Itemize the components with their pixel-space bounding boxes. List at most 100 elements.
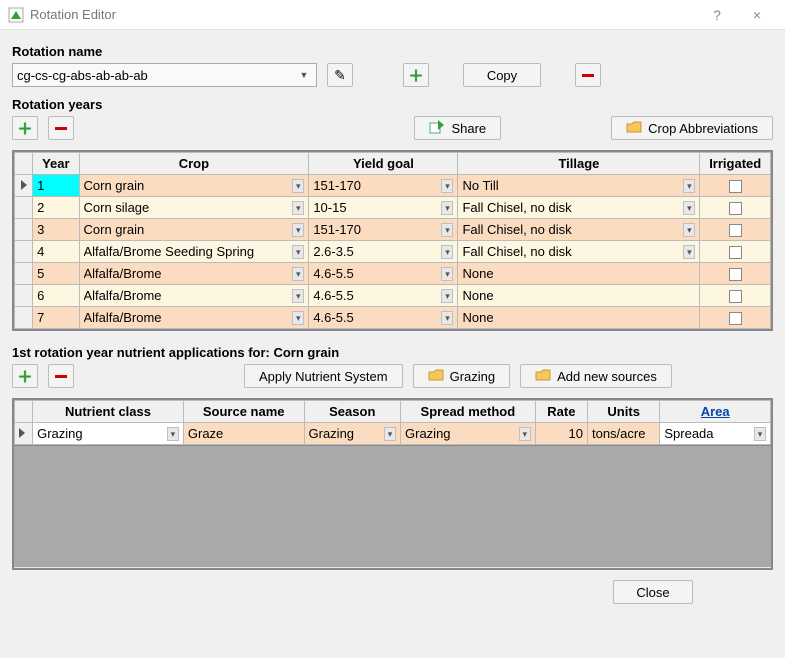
cell-crop[interactable]: Corn grain▾ bbox=[79, 219, 309, 241]
table-row[interactable]: Grazing▾GrazeGrazing▾Grazing▾10tons/acre… bbox=[15, 423, 771, 445]
cell-nutrient-class[interactable]: Grazing▾ bbox=[33, 423, 184, 445]
cell-year[interactable]: 1 bbox=[33, 175, 79, 197]
cell-yield[interactable]: 2.6-3.5▾ bbox=[309, 241, 458, 263]
close-window-button[interactable]: × bbox=[737, 0, 777, 30]
share-button[interactable]: Share bbox=[414, 116, 501, 140]
chevron-down-icon[interactable]: ▾ bbox=[683, 179, 695, 193]
cell-irrigated[interactable] bbox=[700, 197, 771, 219]
cell-tillage[interactable]: Fall Chisel, no disk▾ bbox=[458, 197, 700, 219]
cell-season[interactable]: Grazing▾ bbox=[304, 423, 401, 445]
apply-nutrient-system-button[interactable]: Apply Nutrient System bbox=[244, 364, 403, 388]
col-area[interactable]: Area bbox=[660, 401, 771, 423]
help-button[interactable]: ? bbox=[697, 0, 737, 30]
cell-rate[interactable]: 10 bbox=[535, 423, 587, 445]
add-new-sources-button[interactable]: Add new sources bbox=[520, 364, 672, 388]
table-row[interactable]: 3Corn grain▾151-170▾Fall Chisel, no disk… bbox=[15, 219, 771, 241]
cell-tillage[interactable]: None bbox=[458, 263, 700, 285]
add-rotation-button[interactable]: ＋ bbox=[403, 63, 429, 87]
cell-crop[interactable]: Alfalfa/Brome▾ bbox=[79, 285, 309, 307]
checkbox[interactable] bbox=[729, 180, 742, 193]
cell-year[interactable]: 6 bbox=[33, 285, 79, 307]
chevron-down-icon[interactable]: ▾ bbox=[683, 245, 695, 259]
col-rate[interactable]: Rate bbox=[535, 401, 587, 423]
chevron-down-icon[interactable]: ▾ bbox=[441, 179, 453, 193]
cell-irrigated[interactable] bbox=[700, 175, 771, 197]
cell-spread[interactable]: Grazing▾ bbox=[401, 423, 536, 445]
cell-crop[interactable]: Alfalfa/Brome Seeding Spring▾ bbox=[79, 241, 309, 263]
cell-year[interactable]: 3 bbox=[33, 219, 79, 241]
col-yield[interactable]: Yield goal bbox=[309, 153, 458, 175]
chevron-down-icon[interactable]: ▾ bbox=[441, 223, 453, 237]
cell-yield[interactable]: 151-170▾ bbox=[309, 175, 458, 197]
chevron-down-icon[interactable]: ▾ bbox=[441, 201, 453, 215]
cell-year[interactable]: 4 bbox=[33, 241, 79, 263]
cell-source-name[interactable]: Graze bbox=[183, 423, 304, 445]
col-nutrient-class[interactable]: Nutrient class bbox=[33, 401, 184, 423]
cell-crop[interactable]: Corn grain▾ bbox=[79, 175, 309, 197]
cell-area[interactable]: Spreada▾ bbox=[660, 423, 771, 445]
edit-rotation-button[interactable]: ✎ bbox=[327, 63, 353, 87]
nutrient-applications-grid[interactable]: Nutrient class Source name Season Spread… bbox=[12, 398, 773, 570]
copy-button[interactable]: Copy bbox=[463, 63, 541, 87]
col-season[interactable]: Season bbox=[304, 401, 401, 423]
cell-tillage[interactable]: Fall Chisel, no disk▾ bbox=[458, 219, 700, 241]
crop-abbreviations-button[interactable]: Crop Abbreviations bbox=[611, 116, 773, 140]
delete-nutrient-button[interactable] bbox=[48, 364, 74, 388]
cell-year[interactable]: 7 bbox=[33, 307, 79, 329]
chevron-down-icon[interactable]: ▾ bbox=[292, 267, 304, 281]
cell-irrigated[interactable] bbox=[700, 219, 771, 241]
chevron-down-icon[interactable]: ▾ bbox=[441, 245, 453, 259]
cell-units[interactable]: tons/acre bbox=[587, 423, 659, 445]
checkbox[interactable] bbox=[729, 246, 742, 259]
cell-tillage[interactable]: None bbox=[458, 307, 700, 329]
col-year[interactable]: Year bbox=[33, 153, 79, 175]
col-units[interactable]: Units bbox=[587, 401, 659, 423]
table-row[interactable]: 7Alfalfa/Brome▾4.6-5.5▾None bbox=[15, 307, 771, 329]
chevron-down-icon[interactable]: ▾ bbox=[292, 245, 304, 259]
chevron-down-icon[interactable]: ▾ bbox=[441, 289, 453, 303]
chevron-down-icon[interactable]: ▾ bbox=[754, 427, 766, 441]
chevron-down-icon[interactable]: ▾ bbox=[292, 311, 304, 325]
cell-irrigated[interactable] bbox=[700, 263, 771, 285]
checkbox[interactable] bbox=[729, 312, 742, 325]
cell-year[interactable]: 2 bbox=[33, 197, 79, 219]
cell-yield[interactable]: 4.6-5.5▾ bbox=[309, 285, 458, 307]
col-irrigated[interactable]: Irrigated bbox=[700, 153, 771, 175]
table-row[interactable]: 4Alfalfa/Brome Seeding Spring▾2.6-3.5▾Fa… bbox=[15, 241, 771, 263]
cell-yield[interactable]: 10-15▾ bbox=[309, 197, 458, 219]
cell-crop[interactable]: Alfalfa/Brome▾ bbox=[79, 307, 309, 329]
chevron-down-icon[interactable]: ▾ bbox=[292, 179, 304, 193]
chevron-down-icon[interactable]: ▾ bbox=[441, 267, 453, 281]
delete-year-button[interactable] bbox=[48, 116, 74, 140]
cell-tillage[interactable]: None bbox=[458, 285, 700, 307]
chevron-down-icon[interactable]: ▾ bbox=[441, 311, 453, 325]
chevron-down-icon[interactable]: ▾ bbox=[292, 289, 304, 303]
cell-tillage[interactable]: No Till▾ bbox=[458, 175, 700, 197]
chevron-down-icon[interactable]: ▾ bbox=[683, 201, 695, 215]
cell-yield[interactable]: 4.6-5.5▾ bbox=[309, 307, 458, 329]
checkbox[interactable] bbox=[729, 268, 742, 281]
cell-crop[interactable]: Alfalfa/Brome▾ bbox=[79, 263, 309, 285]
cell-yield[interactable]: 4.6-5.5▾ bbox=[309, 263, 458, 285]
col-source-name[interactable]: Source name bbox=[183, 401, 304, 423]
cell-irrigated[interactable] bbox=[700, 285, 771, 307]
rotation-name-combo[interactable]: cg-cs-cg-abs-ab-ab-ab ▼ bbox=[12, 63, 317, 87]
col-spread-method[interactable]: Spread method bbox=[401, 401, 536, 423]
add-year-button[interactable]: ＋ bbox=[12, 116, 38, 140]
chevron-down-icon[interactable]: ▾ bbox=[683, 223, 695, 237]
cell-year[interactable]: 5 bbox=[33, 263, 79, 285]
grazing-button[interactable]: Grazing bbox=[413, 364, 511, 388]
chevron-down-icon[interactable]: ▾ bbox=[167, 427, 179, 441]
table-row[interactable]: 6Alfalfa/Brome▾4.6-5.5▾None bbox=[15, 285, 771, 307]
cell-yield[interactable]: 151-170▾ bbox=[309, 219, 458, 241]
close-button[interactable]: Close bbox=[613, 580, 693, 604]
chevron-down-icon[interactable]: ▾ bbox=[292, 223, 304, 237]
chevron-down-icon[interactable]: ▾ bbox=[292, 201, 304, 215]
checkbox[interactable] bbox=[729, 202, 742, 215]
chevron-down-icon[interactable]: ▾ bbox=[384, 427, 396, 441]
delete-rotation-button[interactable] bbox=[575, 63, 601, 87]
cell-irrigated[interactable] bbox=[700, 241, 771, 263]
col-tillage[interactable]: Tillage bbox=[458, 153, 700, 175]
add-nutrient-button[interactable]: ＋ bbox=[12, 364, 38, 388]
checkbox[interactable] bbox=[729, 290, 742, 303]
